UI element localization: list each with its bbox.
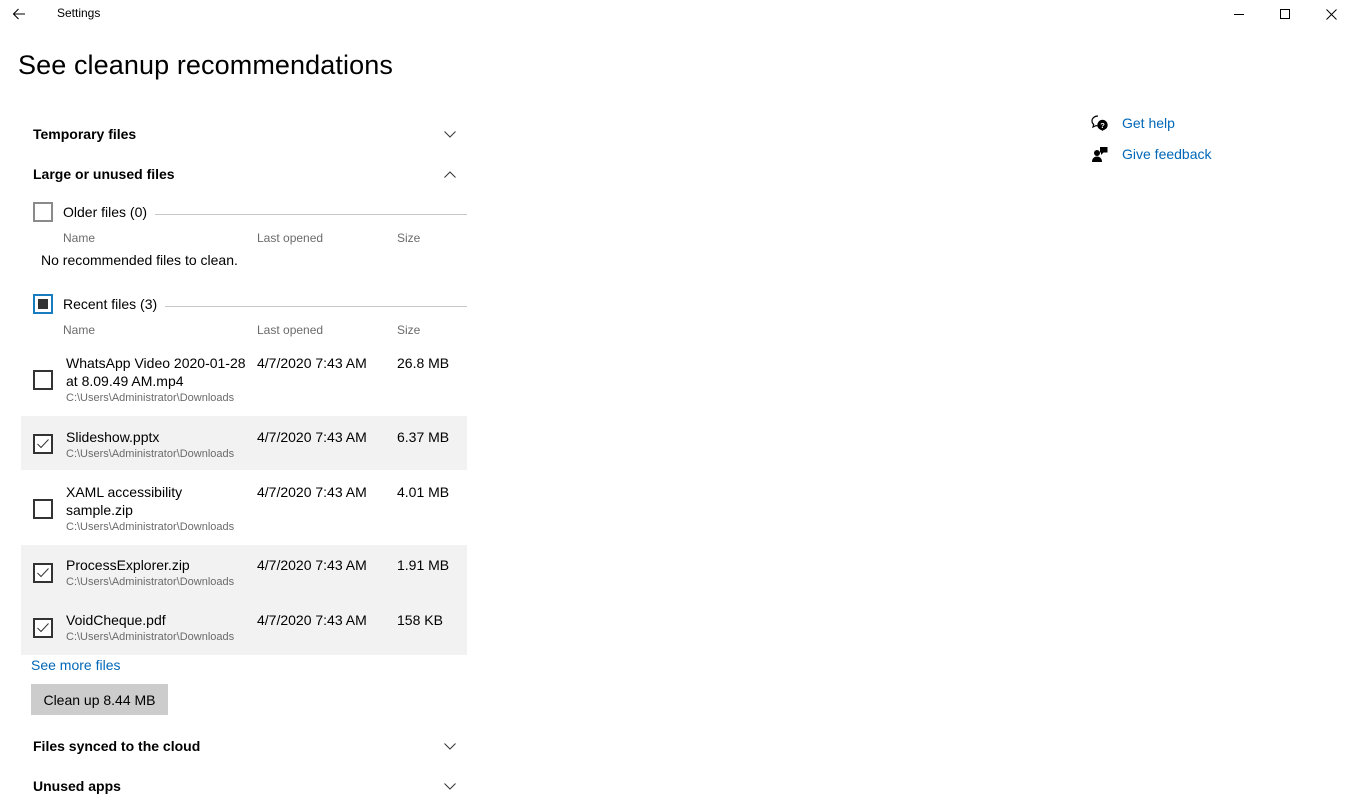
divider (165, 305, 467, 307)
file-size: 158 KB (397, 612, 443, 628)
file-checkbox[interactable] (33, 499, 53, 519)
checkmark-icon (37, 568, 49, 578)
file-name: XAML accessibility sample.zip (66, 484, 183, 518)
file-checkbox[interactable] (33, 370, 53, 390)
recent-files-label: Recent files (3) (63, 296, 158, 312)
column-header-last-opened: Last opened (257, 323, 324, 337)
recent-files-group: Recent files (3) (33, 294, 467, 314)
see-more-files-link[interactable]: See more files (31, 657, 120, 673)
file-last-opened: 4/7/2020 7:43 AM (257, 355, 367, 371)
minimize-icon (1234, 14, 1244, 15)
file-row[interactable]: ProcessExplorer.zip C:\Users\Administrat… (21, 545, 467, 600)
give-feedback-label: Give feedback (1122, 146, 1212, 162)
chevron-up-icon (442, 166, 458, 182)
svg-text:?: ? (1100, 121, 1105, 130)
file-size: 4.01 MB (397, 484, 450, 500)
file-path: C:\Users\Administrator\Downloads (66, 631, 235, 643)
empty-message: No recommended files to clean. (41, 252, 238, 268)
chevron-down-icon (442, 778, 458, 794)
file-row[interactable]: VoidCheque.pdf C:\Users\Administrator\Do… (21, 600, 467, 655)
file-path: C:\Users\Administrator\Downloads (66, 576, 235, 588)
column-header-size: Size (397, 231, 421, 245)
get-help-link[interactable]: ? Get help (1090, 113, 1175, 133)
file-checkbox[interactable] (33, 563, 53, 583)
back-button[interactable] (4, 2, 34, 26)
file-path: C:\Users\Administrator\Downloads (66, 448, 235, 460)
section-large-unused-files[interactable]: Large or unused files (33, 163, 463, 185)
section-temporary-files[interactable]: Temporary files (33, 123, 463, 145)
close-button[interactable] (1308, 0, 1351, 28)
file-row[interactable]: WhatsApp Video 2020-01-28 at 8.09.49 AM.… (21, 348, 467, 410)
divider (155, 213, 467, 215)
section-label: Large or unused files (33, 166, 175, 182)
older-files-group: Older files (0) (33, 202, 467, 222)
section-files-synced-cloud[interactable]: Files synced to the cloud (33, 735, 463, 757)
file-row[interactable]: XAML accessibility sample.zip C:\Users\A… (21, 471, 467, 543)
file-name: ProcessExplorer.zip (66, 557, 190, 573)
clean-up-button[interactable]: Clean up 8.44 MB (31, 684, 168, 715)
minimize-button[interactable] (1216, 0, 1262, 28)
title-bar: Settings (0, 0, 1351, 28)
help-chat-icon: ? (1090, 113, 1110, 133)
give-feedback-link[interactable]: Give feedback (1090, 144, 1212, 164)
file-last-opened: 4/7/2020 7:43 AM (257, 429, 367, 445)
older-files-checkbox[interactable] (33, 202, 53, 222)
file-checkbox[interactable] (33, 618, 53, 638)
chevron-down-icon (442, 126, 458, 142)
column-header-last-opened: Last opened (257, 231, 324, 245)
section-label: Temporary files (33, 126, 137, 142)
recent-files-checkbox[interactable] (33, 294, 53, 314)
back-arrow-icon (12, 8, 25, 20)
file-path: C:\Users\Administrator\Downloads (66, 392, 235, 404)
file-path: C:\Users\Administrator\Downloads (66, 521, 235, 533)
file-size: 6.37 MB (397, 429, 450, 445)
file-name: Slideshow.pptx (66, 429, 160, 445)
page-title: See cleanup recommendations (18, 50, 393, 80)
maximize-icon (1280, 9, 1290, 19)
file-checkbox[interactable] (33, 434, 53, 454)
get-help-label: Get help (1122, 115, 1175, 131)
section-label: Files synced to the cloud (33, 738, 201, 754)
column-header-name: Name (63, 231, 96, 245)
column-header-name: Name (63, 323, 96, 337)
checkmark-icon (37, 623, 49, 633)
file-last-opened: 4/7/2020 7:43 AM (257, 612, 367, 628)
file-name: VoidCheque.pdf (66, 612, 166, 628)
feedback-icon (1090, 144, 1110, 164)
column-header-size: Size (397, 323, 421, 337)
file-row[interactable]: Slideshow.pptx C:\Users\Administrator\Do… (21, 416, 467, 470)
chevron-down-icon (442, 738, 458, 754)
close-icon (1325, 8, 1337, 20)
section-unused-apps[interactable]: Unused apps (33, 775, 463, 796)
file-size: 1.91 MB (397, 557, 450, 573)
maximize-button[interactable] (1262, 0, 1308, 28)
section-label: Unused apps (33, 778, 121, 794)
file-last-opened: 4/7/2020 7:43 AM (257, 484, 367, 500)
older-files-label: Older files (0) (63, 204, 148, 220)
app-title: Settings (57, 6, 101, 20)
file-name: WhatsApp Video 2020-01-28 at 8.09.49 AM.… (66, 355, 246, 389)
file-last-opened: 4/7/2020 7:43 AM (257, 557, 367, 573)
file-size: 26.8 MB (397, 355, 450, 371)
checkmark-icon (37, 439, 49, 449)
